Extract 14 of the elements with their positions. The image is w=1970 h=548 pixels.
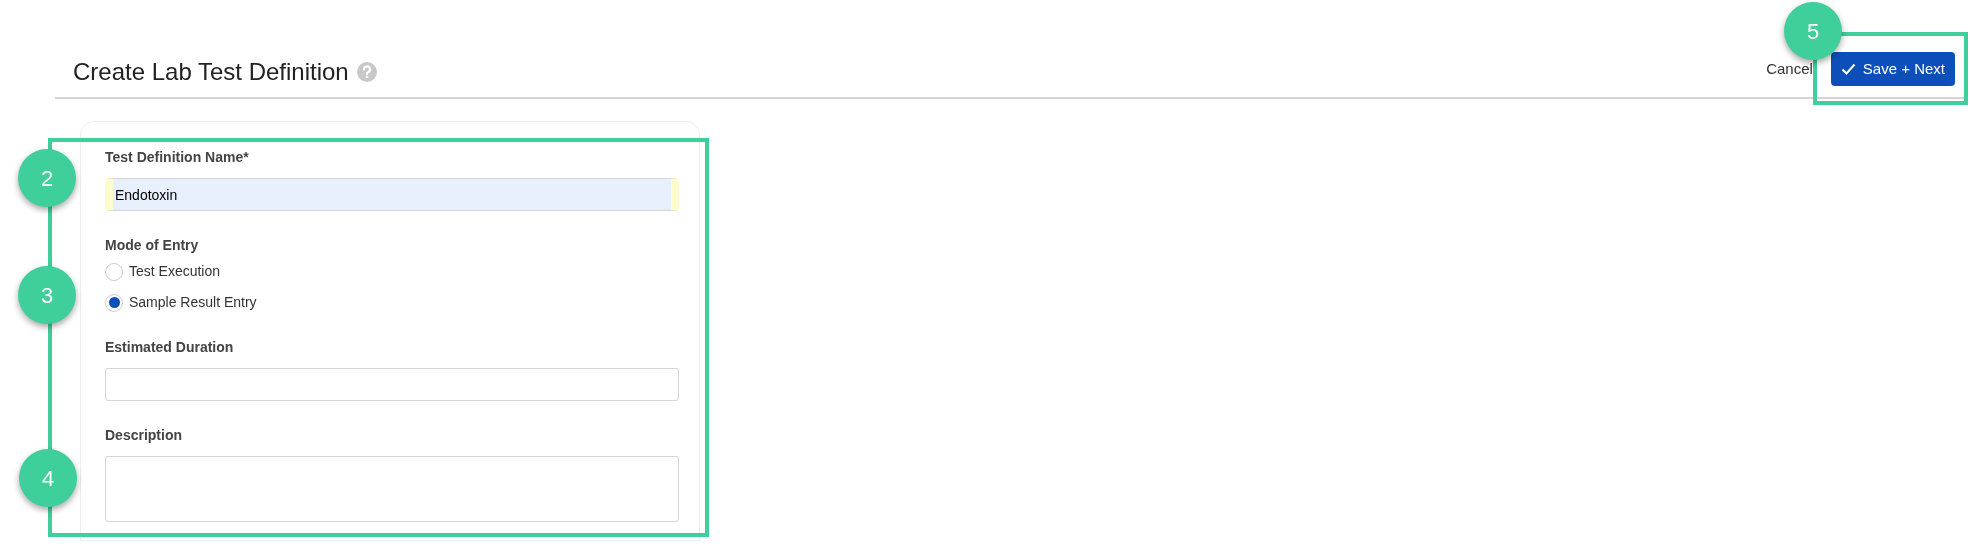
field-label: Description bbox=[105, 426, 183, 445]
cancel-button[interactable]: Cancel bbox=[1766, 57, 1813, 81]
field-label: Test Definition Name* bbox=[105, 148, 250, 167]
callout-badge: 5 bbox=[1784, 2, 1842, 60]
callout-badge: 4 bbox=[19, 449, 77, 507]
field-label: Mode of Entry bbox=[105, 236, 200, 255]
save-next-button[interactable]: Save + Next bbox=[1830, 52, 1955, 86]
callout-badge: 2 bbox=[18, 149, 76, 207]
radio-label[interactable]: Sample Result Entry bbox=[129, 292, 257, 313]
field-label: Estimated Duration bbox=[105, 338, 235, 357]
callout-badge: 3 bbox=[18, 266, 76, 324]
text-field[interactable]: Endotoxin bbox=[105, 178, 679, 211]
page-title: Create Lab Test Definition bbox=[73, 57, 349, 87]
radio-label[interactable]: Test Execution bbox=[129, 261, 221, 282]
